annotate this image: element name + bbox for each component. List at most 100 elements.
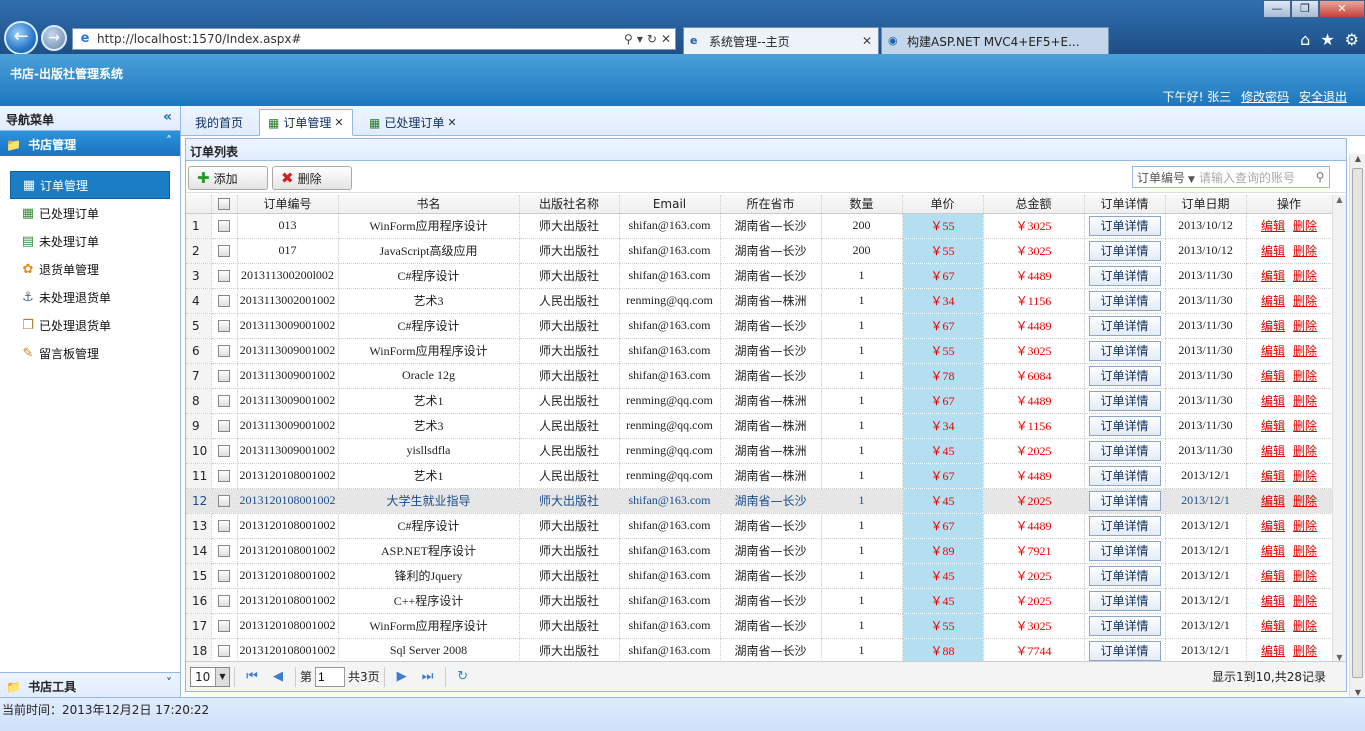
next-page-icon[interactable]: ▶	[389, 669, 415, 684]
sidebar-item-unprocessed-orders[interactable]: ▤ 未处理订单	[10, 227, 170, 255]
order-detail-button[interactable]: 订单详情	[1088, 540, 1161, 561]
delete-link[interactable]: 删除	[1293, 419, 1317, 433]
edit-link[interactable]: 编辑	[1261, 644, 1285, 658]
delete-link[interactable]: 删除	[1293, 594, 1317, 608]
row-checkbox[interactable]	[218, 370, 230, 382]
edit-link[interactable]: 编辑	[1261, 269, 1285, 283]
delete-link[interactable]: 删除	[1293, 494, 1317, 508]
delete-link[interactable]: 删除	[1293, 644, 1317, 658]
tab-home[interactable]: 我的首页	[187, 109, 251, 136]
scroll-up-icon[interactable]: ▲	[1333, 195, 1346, 209]
column-header[interactable]: Email	[619, 195, 721, 214]
scroll-thumb[interactable]	[1352, 168, 1363, 678]
sidebar-item-order-management[interactable]: ▦ 订单管理	[10, 171, 170, 199]
edit-link[interactable]: 编辑	[1261, 444, 1285, 458]
sidebar-item-processed-returns[interactable]: ❐ 已处理退货单	[10, 311, 170, 339]
table-row[interactable]: 18 2013120108001002 Sql Server 2008 师大出版社 sh…	[186, 638, 1332, 664]
column-header[interactable]: 总金额	[983, 195, 1085, 214]
table-row[interactable]: 5 2013113009001002 C#程序设计 师大出版社 shifan@163.c…	[186, 313, 1332, 339]
stop-icon[interactable]: ✕	[661, 32, 671, 46]
address-bar[interactable]: e http://localhost:1570/Index.aspx# ⚲ ▾ …	[72, 28, 676, 50]
sidebar-item-unprocessed-returns[interactable]: ⚓ 未处理退货单	[10, 283, 170, 311]
order-detail-button[interactable]: 订单详情	[1088, 440, 1161, 461]
order-detail-button[interactable]: 订单详情	[1088, 365, 1161, 386]
close-window-button[interactable]: ✕	[1319, 0, 1365, 18]
column-header[interactable]: 所在省市	[720, 195, 822, 214]
refresh-icon[interactable]: ↻	[647, 32, 657, 46]
edit-link[interactable]: 编辑	[1261, 594, 1285, 608]
row-checkbox[interactable]	[218, 545, 230, 557]
collapse-icon[interactable]: «	[163, 109, 172, 125]
table-row[interactable]: 16 2013120108001002 C++程序设计 师大出版社 shifan@163…	[186, 588, 1332, 614]
order-detail-button[interactable]: 订单详情	[1088, 390, 1161, 411]
table-row[interactable]: 14 2013120108001002 ASP.NET程序设计 师大出版社 shifan…	[186, 538, 1332, 564]
order-detail-button[interactable]: 订单详情	[1088, 340, 1161, 361]
order-detail-button[interactable]: 订单详情	[1088, 565, 1161, 586]
delete-link[interactable]: 删除	[1293, 569, 1317, 583]
grid-scrollbar[interactable]: ▲ ▼	[1332, 195, 1346, 667]
column-header[interactable]: 订单日期	[1165, 195, 1247, 214]
table-row[interactable]: 6 2013113009001002 WinForm应用程序设计 师大出版社 shifa…	[186, 338, 1332, 364]
row-checkbox[interactable]	[218, 495, 230, 507]
order-detail-button[interactable]: 订单详情	[1088, 215, 1161, 236]
edit-link[interactable]: 编辑	[1261, 619, 1285, 633]
order-detail-button[interactable]: 订单详情	[1088, 290, 1161, 311]
row-checkbox[interactable]	[218, 320, 230, 332]
delete-link[interactable]: 删除	[1293, 244, 1317, 258]
column-header[interactable]: 订单详情	[1084, 195, 1166, 214]
delete-link[interactable]: 删除	[1293, 294, 1317, 308]
table-row[interactable]: 1 013 WinForm应用程序设计 师大出版社 shifan@163.com 湖南省—…	[186, 213, 1332, 239]
delete-link[interactable]: 删除	[1293, 219, 1317, 233]
row-checkbox[interactable]	[218, 245, 230, 257]
main-scrollbar[interactable]: ▲ ▼	[1349, 154, 1365, 697]
row-checkbox[interactable]	[218, 345, 230, 357]
home-icon[interactable]: ⌂	[1300, 30, 1310, 49]
close-icon[interactable]: ✕	[334, 116, 343, 129]
row-checkbox[interactable]	[218, 220, 230, 232]
sidebar-item-processed-orders[interactable]: ▦ 已处理订单	[10, 199, 170, 227]
edit-link[interactable]: 编辑	[1261, 519, 1285, 533]
search-icon[interactable]: ⚲	[624, 32, 633, 46]
delete-link[interactable]: 删除	[1293, 619, 1317, 633]
row-checkbox[interactable]	[218, 520, 230, 532]
search-field-select[interactable]: 订单编号 ▼	[1133, 169, 1199, 186]
order-detail-button[interactable]: 订单详情	[1088, 415, 1161, 436]
delete-link[interactable]: 删除	[1293, 544, 1317, 558]
table-row[interactable]: 2 017 JavaScript高级应用 师大出版社 shifan@163.com 湖南省…	[186, 238, 1332, 264]
order-detail-button[interactable]: 订单详情	[1088, 465, 1161, 486]
maximize-button[interactable]: ❐	[1291, 0, 1319, 18]
row-checkbox[interactable]	[218, 570, 230, 582]
delete-link[interactable]: 删除	[1293, 519, 1317, 533]
row-checkbox[interactable]	[218, 595, 230, 607]
table-row[interactable]: 12 2013120108001002 大学生就业指导 师大出版社 shifan@163…	[186, 488, 1332, 514]
dropdown-icon[interactable]: ▾	[637, 32, 643, 46]
row-checkbox[interactable]	[218, 620, 230, 632]
delete-link[interactable]: 删除	[1293, 394, 1317, 408]
order-detail-button[interactable]: 订单详情	[1088, 615, 1161, 636]
table-row[interactable]: 4 2013113002001002 艺术3 人民出版社 renming@qq.com 湖…	[186, 288, 1332, 314]
refresh-icon[interactable]: ↻	[450, 669, 476, 684]
delete-link[interactable]: 删除	[1293, 469, 1317, 483]
close-tab-icon[interactable]: ✕	[862, 34, 872, 48]
tab-order-management[interactable]: ▦ 订单管理 ✕	[259, 109, 353, 136]
back-button[interactable]: ←	[4, 21, 38, 55]
edit-link[interactable]: 编辑	[1261, 244, 1285, 258]
column-header[interactable]: 订单编号	[237, 195, 339, 214]
edit-link[interactable]: 编辑	[1261, 469, 1285, 483]
search-input[interactable]: 请输入查询的账号	[1199, 169, 1311, 186]
tools-gear-icon[interactable]: ⚙	[1345, 30, 1359, 49]
browser-tab[interactable]: ◉ 构建ASP.NET MVC4+EF5+E...	[881, 27, 1109, 54]
accordion-tools[interactable]: 📁 书店工具 ˅	[0, 672, 180, 697]
table-row[interactable]: 15 2013120108001002 锋利的Jquery 师大出版社 shifan@1…	[186, 563, 1332, 589]
table-row[interactable]: 11 2013120108001002 艺术1 人民出版社 renming@qq.com…	[186, 463, 1332, 489]
edit-link[interactable]: 编辑	[1261, 344, 1285, 358]
delete-link[interactable]: 删除	[1293, 344, 1317, 358]
order-detail-button[interactable]: 订单详情	[1088, 490, 1161, 511]
order-detail-button[interactable]: 订单详情	[1088, 590, 1161, 611]
edit-link[interactable]: 编辑	[1261, 219, 1285, 233]
page-number-input[interactable]	[315, 666, 346, 687]
delete-link[interactable]: 删除	[1293, 319, 1317, 333]
favorites-star-icon[interactable]: ★	[1320, 30, 1334, 49]
accordion-bookstore[interactable]: 📁 书店管理 ˄	[0, 131, 180, 156]
row-checkbox[interactable]	[218, 295, 230, 307]
